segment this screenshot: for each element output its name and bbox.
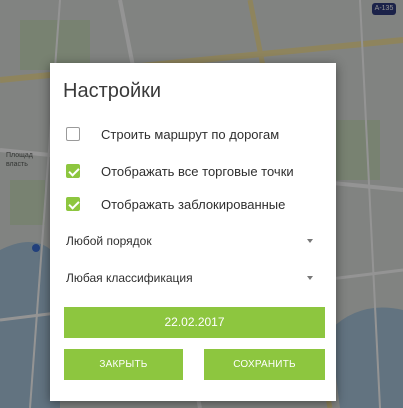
dialog-title: Настройки [63, 80, 162, 102]
settings-dialog: Настройки Строить маршрут по дорогам Ото… [50, 63, 336, 401]
date-button[interactable]: 22.02.2017 [64, 307, 325, 338]
checkbox[interactable] [66, 164, 80, 178]
close-button[interactable]: ЗАКРЫТЬ [64, 349, 183, 380]
route-by-roads-option[interactable]: Строить маршрут по дорогам [66, 122, 279, 146]
classification-select-value: Любая классификация [66, 271, 193, 285]
order-select[interactable]: Любой порядок [66, 227, 321, 255]
option-label: Отображать заблокированные [101, 196, 286, 212]
order-select-value: Любой порядок [66, 234, 152, 248]
show-all-outlets-option[interactable]: Отображать все торговые точки [66, 159, 294, 183]
classification-select[interactable]: Любая классификация [66, 264, 321, 292]
show-blocked-option[interactable]: Отображать заблокированные [66, 192, 285, 216]
checkbox[interactable] [66, 127, 80, 141]
dropdown-arrow-icon [307, 239, 313, 243]
dropdown-arrow-icon [307, 276, 313, 280]
save-button[interactable]: СОХРАНИТЬ [204, 349, 325, 380]
checkbox[interactable] [66, 197, 80, 211]
option-label: Отображать все торговые точки [101, 163, 294, 179]
option-label: Строить маршрут по дорогам [101, 126, 280, 142]
